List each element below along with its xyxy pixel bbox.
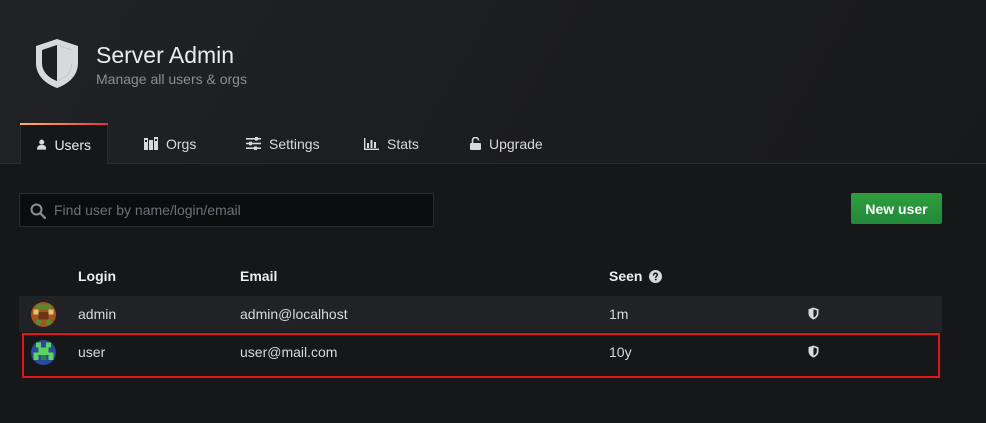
- admin-tabs: Users Orgs Settings Stats Upgrade: [20, 123, 566, 165]
- row-login[interactable]: user: [78, 344, 105, 360]
- tab-stats-label: Stats: [387, 135, 419, 152]
- tab-stats[interactable]: Stats: [348, 123, 444, 164]
- tab-users-label: Users: [54, 136, 91, 153]
- table-row[interactable]: user user@mail.com 10y: [19, 334, 942, 370]
- admin-shield-icon: [808, 345, 819, 358]
- new-user-button[interactable]: New user: [851, 193, 942, 224]
- admin-shield-icon: [808, 307, 819, 320]
- row-email[interactable]: user@mail.com: [240, 344, 337, 360]
- user-search-input[interactable]: [54, 194, 424, 226]
- avatar: [31, 302, 56, 327]
- column-header-login: Login: [78, 268, 117, 284]
- building-icon: [144, 137, 158, 150]
- unlock-icon: [470, 137, 481, 150]
- shield-logo-icon: [36, 39, 78, 88]
- table-row[interactable]: admin admin@localhost 1m: [19, 296, 942, 332]
- user-search-box: [19, 193, 434, 227]
- tab-users[interactable]: Users: [20, 123, 108, 165]
- tab-settings-label: Settings: [269, 135, 320, 152]
- tab-upgrade[interactable]: Upgrade: [454, 123, 564, 164]
- tab-upgrade-label: Upgrade: [489, 135, 543, 152]
- column-header-seen: Seen: [609, 268, 643, 284]
- tab-orgs[interactable]: Orgs: [128, 123, 224, 164]
- page-title: Server Admin: [96, 42, 235, 68]
- row-email[interactable]: admin@localhost: [240, 306, 348, 322]
- page-header: Server Admin Manage all users & orgs Use…: [0, 0, 986, 165]
- page-subtitle: Manage all users & orgs: [96, 71, 247, 87]
- row-login[interactable]: admin: [78, 306, 116, 322]
- help-question-icon[interactable]: [649, 270, 662, 283]
- tab-orgs-label: Orgs: [166, 135, 197, 152]
- tab-settings[interactable]: Settings: [230, 123, 342, 164]
- column-header-email: Email: [240, 268, 278, 284]
- avatar: [31, 340, 56, 365]
- row-seen: 1m: [609, 306, 629, 322]
- user-icon: [37, 139, 47, 150]
- sliders-icon: [246, 137, 261, 150]
- bar-chart-icon: [364, 137, 379, 150]
- row-seen: 10y: [609, 344, 632, 360]
- search-icon: [30, 203, 46, 219]
